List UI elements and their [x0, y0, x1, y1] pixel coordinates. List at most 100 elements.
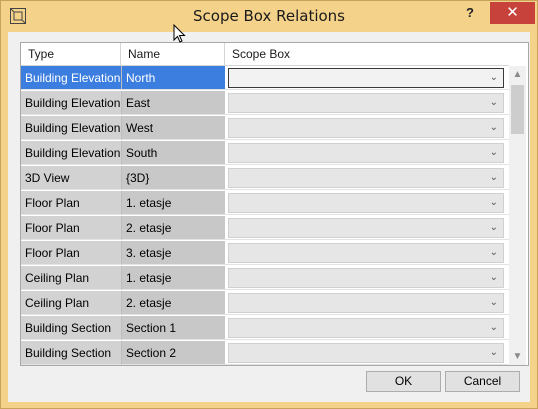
table-row[interactable]: Floor Plan 3. etasje ⌄ — [21, 241, 509, 266]
help-button[interactable]: ? — [456, 3, 484, 25]
cancel-button[interactable]: Cancel — [445, 371, 520, 392]
cell-scope-box: ⌄ — [225, 316, 509, 340]
cell-name[interactable]: 1. etasje — [121, 191, 225, 215]
cell-name[interactable]: West — [121, 116, 225, 140]
cell-name[interactable]: South — [121, 141, 225, 165]
cell-type[interactable]: Building Elevation — [21, 91, 121, 115]
scope-box-value — [229, 224, 233, 238]
scope-box-value — [229, 174, 233, 188]
table-row[interactable]: Ceiling Plan 1. etasje ⌄ — [21, 266, 509, 291]
scope-box-value — [229, 124, 233, 138]
cell-scope-box: ⌄ — [225, 341, 509, 365]
chevron-down-icon[interactable]: ⌄ — [490, 269, 498, 287]
table-row[interactable]: Ceiling Plan 2. etasje ⌄ — [21, 291, 509, 316]
cell-scope-box: ⌄ — [225, 91, 509, 115]
mouse-cursor-icon — [173, 24, 186, 43]
cell-name[interactable]: 2. etasje — [121, 291, 225, 315]
cell-scope-box: ⌄ — [225, 291, 509, 315]
cell-type[interactable]: 3D View — [21, 166, 121, 190]
cell-name[interactable]: North — [121, 66, 225, 90]
scope-box-dropdown[interactable]: ⌄ — [228, 243, 504, 263]
cell-name[interactable]: 3. etasje — [121, 241, 225, 265]
grid-rows: Building Elevation North ⌄ Building Elevati… — [21, 66, 509, 365]
chevron-down-icon[interactable]: ⌄ — [490, 244, 498, 262]
cell-scope-box: ⌄ — [225, 241, 509, 265]
table-row[interactable]: Building Elevation South ⌄ — [21, 141, 509, 166]
table-row[interactable]: Building Elevation North ⌄ — [21, 66, 509, 91]
chevron-down-icon[interactable]: ⌄ — [490, 294, 498, 312]
chevron-down-icon[interactable]: ⌄ — [490, 344, 498, 362]
cell-name[interactable]: {3D} — [121, 166, 225, 190]
cell-scope-box: ⌄ — [225, 141, 509, 165]
cell-type[interactable]: Building Section — [21, 341, 121, 365]
grid-header: Type Name Scope Box — [21, 43, 509, 66]
cell-name[interactable]: Section 1 — [121, 316, 225, 340]
scope-box-value — [229, 149, 233, 163]
chevron-down-icon[interactable]: ⌄ — [490, 194, 498, 212]
cell-scope-box: ⌄ — [225, 116, 509, 140]
cell-name[interactable]: East — [121, 91, 225, 115]
cell-scope-box: ⌄ — [225, 266, 509, 290]
chevron-down-icon[interactable]: ⌄ — [490, 69, 498, 87]
table-row[interactable]: Building Section Section 1 ⌄ — [21, 316, 509, 341]
table-row[interactable]: 3D View {3D} ⌄ — [21, 166, 509, 191]
chevron-down-icon[interactable]: ⌄ — [490, 319, 498, 337]
vertical-scrollbar[interactable]: ▲ ▼ — [509, 66, 526, 365]
chevron-down-icon[interactable]: ⌄ — [490, 144, 498, 162]
scope-box-value — [229, 274, 233, 288]
cell-type[interactable]: Ceiling Plan — [21, 291, 121, 315]
scope-box-dropdown[interactable]: ⌄ — [228, 318, 504, 338]
cell-type[interactable]: Building Elevation — [21, 141, 121, 165]
cell-name[interactable]: 1. etasje — [121, 266, 225, 290]
table-row[interactable]: Building Elevation East ⌄ — [21, 91, 509, 116]
cell-type[interactable]: Building Elevation — [21, 66, 121, 90]
scope-box-dropdown[interactable]: ⌄ — [228, 343, 504, 363]
scope-box-dropdown[interactable]: ⌄ — [228, 218, 504, 238]
chevron-down-icon[interactable]: ⌄ — [490, 119, 498, 137]
chevron-down-icon[interactable]: ⌄ — [490, 219, 498, 237]
table-row[interactable]: Floor Plan 1. etasje ⌄ — [21, 191, 509, 216]
column-header-scope-box[interactable]: Scope Box — [225, 43, 509, 65]
cell-type[interactable]: Floor Plan — [21, 191, 121, 215]
scope-box-dropdown[interactable]: ⌄ — [228, 168, 504, 188]
scroll-down-arrow-icon[interactable]: ▼ — [509, 348, 526, 365]
scope-box-dropdown[interactable]: ⌄ — [228, 293, 504, 313]
chevron-down-icon[interactable]: ⌄ — [490, 94, 498, 112]
scroll-up-arrow-icon[interactable]: ▲ — [509, 66, 526, 83]
title-bar[interactable]: Scope Box Relations ? ✕ — [1, 1, 537, 32]
cell-type[interactable]: Floor Plan — [21, 241, 121, 265]
scope-box-dropdown[interactable]: ⌄ — [228, 93, 504, 113]
cell-type[interactable]: Building Elevation — [21, 116, 121, 140]
table-row[interactable]: Floor Plan 2. etasje ⌄ — [21, 216, 509, 241]
scope-box-value — [229, 299, 233, 313]
scope-box-value — [229, 99, 233, 113]
scope-box-dropdown[interactable]: ⌄ — [228, 143, 504, 163]
column-header-type[interactable]: Type — [21, 43, 121, 65]
relations-grid: Type Name Scope Box Building Elevation No… — [20, 42, 529, 366]
scope-box-dropdown[interactable]: ⌄ — [228, 118, 504, 138]
scroll-thumb[interactable] — [511, 85, 524, 134]
cell-name[interactable]: 2. etasje — [121, 216, 225, 240]
scope-box-dropdown[interactable]: ⌄ — [228, 268, 504, 288]
scope-box-value — [229, 349, 233, 363]
ok-button[interactable]: OK — [366, 371, 441, 392]
cell-type[interactable]: Floor Plan — [21, 216, 121, 240]
scope-box-dropdown[interactable]: ⌄ — [228, 193, 504, 213]
column-header-name[interactable]: Name — [121, 43, 225, 65]
cell-name[interactable]: Section 2 — [121, 341, 225, 365]
dialog-window: Scope Box Relations ? ✕ Type Name Scope … — [0, 0, 538, 409]
scope-box-value — [229, 199, 233, 213]
scope-box-value — [229, 324, 233, 338]
cell-scope-box: ⌄ — [225, 191, 509, 215]
cell-scope-box: ⌄ — [225, 66, 509, 90]
close-button[interactable]: ✕ — [490, 2, 535, 24]
cell-type[interactable]: Building Section — [21, 316, 121, 340]
table-row[interactable]: Building Elevation West ⌄ — [21, 116, 509, 141]
cell-scope-box: ⌄ — [225, 166, 509, 190]
cell-type[interactable]: Ceiling Plan — [21, 266, 121, 290]
chevron-down-icon[interactable]: ⌄ — [490, 169, 498, 187]
scope-box-dropdown[interactable]: ⌄ — [228, 68, 504, 88]
dialog-body: Type Name Scope Box Building Elevation No… — [8, 32, 530, 402]
table-row[interactable]: Building Section Section 2 ⌄ — [21, 341, 509, 365]
scope-box-value — [229, 249, 233, 263]
